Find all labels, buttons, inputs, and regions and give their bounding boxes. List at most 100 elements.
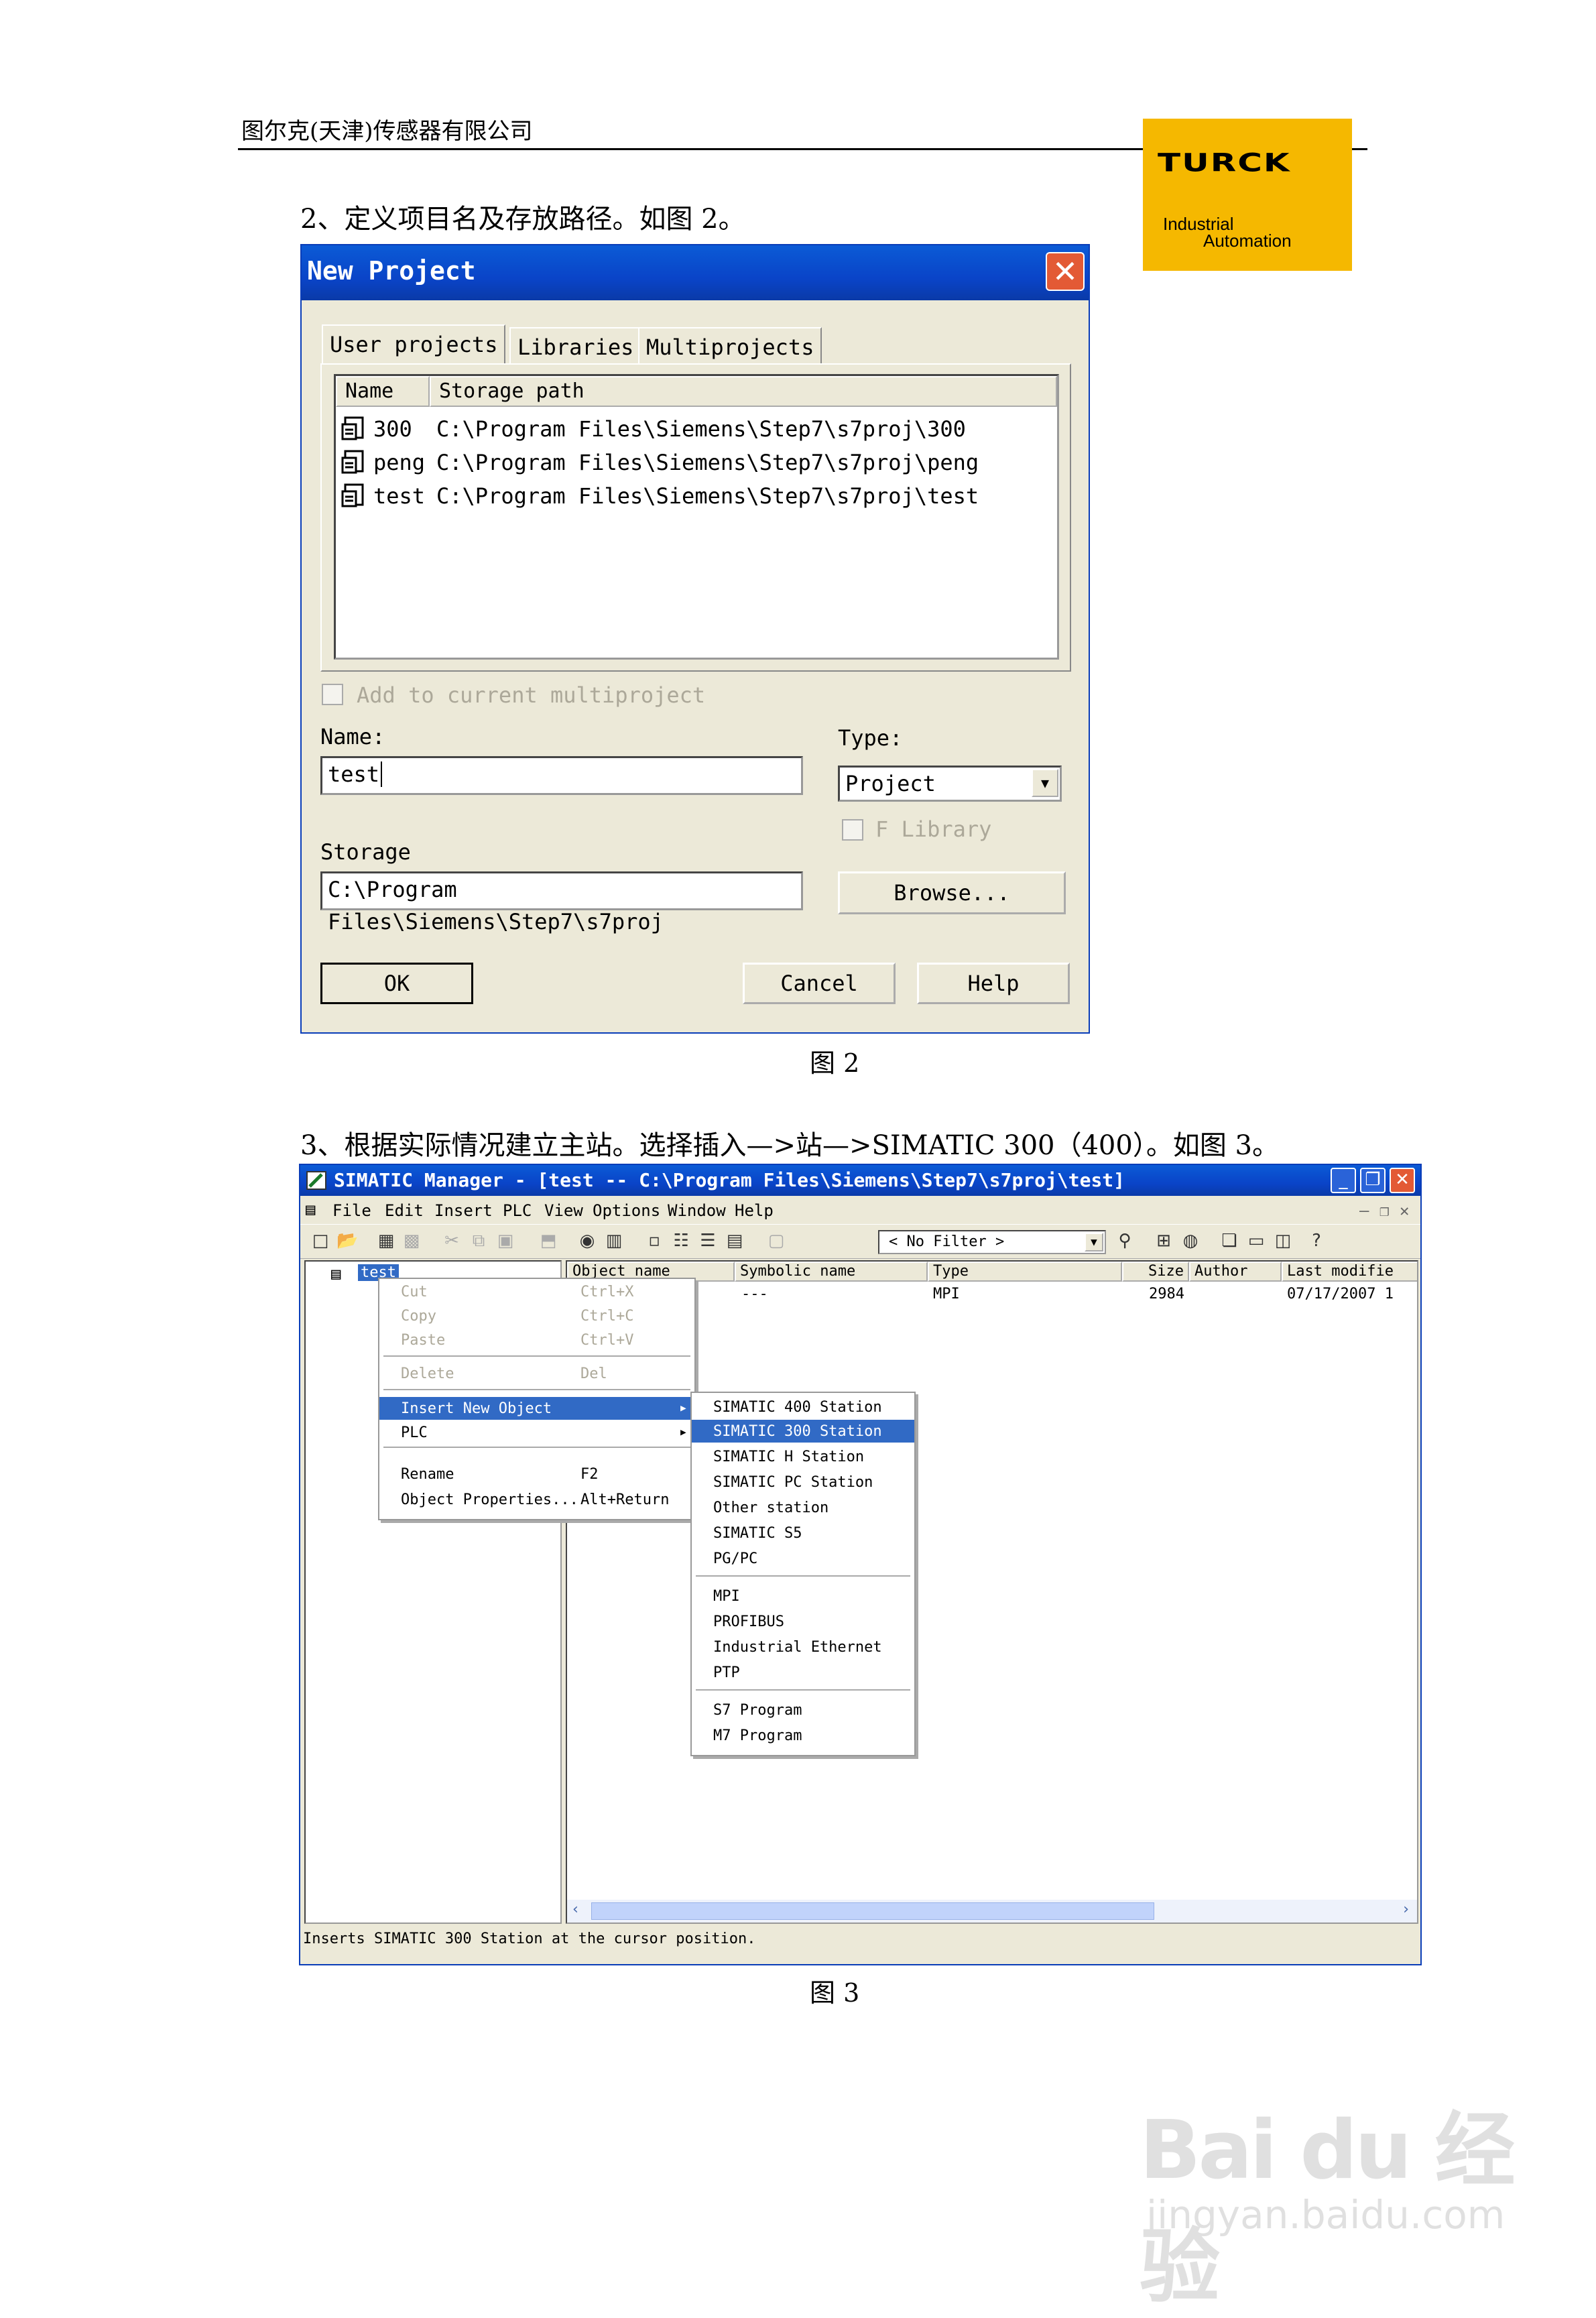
name-field[interactable]: test xyxy=(320,756,803,795)
cancel-button[interactable]: Cancel xyxy=(743,963,896,1004)
tab-user-projects[interactable]: User projects xyxy=(322,324,506,365)
menu-item-rename[interactable]: Rename F2 xyxy=(379,1463,694,1485)
simulation-icon[interactable]: ◍ xyxy=(1180,1230,1201,1252)
project-list[interactable]: Name Storage path 300 C:\Program Files\S… xyxy=(334,374,1059,660)
child-minimize-icon[interactable]: – xyxy=(1359,1201,1369,1220)
menu-item-delete[interactable]: Delete Del xyxy=(379,1362,694,1385)
submenu-simatic-300[interactable]: SIMATIC 300 Station xyxy=(692,1420,914,1443)
cascade-icon[interactable]: ❏ xyxy=(1219,1230,1240,1252)
menu-view[interactable]: View xyxy=(544,1201,583,1220)
tile-vertical-icon[interactable]: ◫ xyxy=(1272,1230,1294,1252)
list-icon[interactable]: ☰ xyxy=(697,1230,719,1252)
menu-item-object-properties[interactable]: Object Properties... Alt+Return xyxy=(379,1488,694,1511)
dialog-titlebar[interactable]: New Project ✕ xyxy=(302,245,1089,300)
column-author[interactable]: Author xyxy=(1189,1262,1282,1282)
tile-horizontal-icon[interactable]: ▭ xyxy=(1245,1230,1267,1252)
menu-insert[interactable]: Insert xyxy=(434,1201,493,1220)
menu-options[interactable]: Options xyxy=(593,1201,660,1220)
close-icon[interactable]: ✕ xyxy=(1046,252,1085,291)
type-select[interactable]: Project ▼ xyxy=(838,766,1062,802)
scroll-thumb[interactable] xyxy=(591,1902,1154,1920)
new-project-dialog: New Project ✕ User projects Libraries Mu… xyxy=(300,244,1090,1034)
small-icons-icon[interactable]: ☷ xyxy=(670,1230,692,1252)
tab-libraries[interactable]: Libraries xyxy=(509,327,642,365)
memory-card-icon[interactable]: ▩ xyxy=(401,1230,422,1252)
list-item[interactable]: peng C:\Program Files\Siemens\Step7\s7pr… xyxy=(341,446,1052,479)
project-path: C:\Program Files\Siemens\Step7\s7proj\te… xyxy=(436,483,979,509)
large-icons-icon[interactable]: ▫ xyxy=(643,1230,665,1252)
scroll-right-icon[interactable]: › xyxy=(1402,1901,1410,1918)
accessible-nodes-icon[interactable]: ▦ xyxy=(375,1230,397,1252)
filter-settings-icon[interactable]: ⚲ xyxy=(1114,1230,1135,1252)
menu-help[interactable]: Help xyxy=(735,1201,774,1220)
paste-icon[interactable]: ▣ xyxy=(495,1230,516,1252)
submenu-mpi[interactable]: MPI xyxy=(692,1585,914,1607)
child-close-icon[interactable]: ✕ xyxy=(1400,1201,1409,1220)
submenu-other-station[interactable]: Other station xyxy=(692,1496,914,1519)
submenu-s7-program[interactable]: S7 Program xyxy=(692,1699,914,1721)
download-icon[interactable]: ⬒ xyxy=(538,1230,559,1252)
copy-icon[interactable]: ⧉ xyxy=(468,1230,489,1252)
context-help-icon[interactable]: ? xyxy=(1306,1230,1327,1252)
open-icon[interactable]: 📂 xyxy=(336,1230,358,1252)
new-icon[interactable]: □ xyxy=(310,1230,331,1252)
column-symbolic-name[interactable]: Symbolic name xyxy=(735,1262,928,1282)
menu-plc[interactable]: PLC xyxy=(503,1201,532,1220)
browse-button[interactable]: Browse... xyxy=(838,871,1066,914)
submenu-ptp[interactable]: PTP xyxy=(692,1661,914,1684)
netpro-icon[interactable]: ⊞ xyxy=(1153,1230,1174,1252)
close-icon[interactable]: ✕ xyxy=(1390,1168,1415,1193)
storage-label: Storage xyxy=(320,839,411,865)
submenu-simatic-h[interactable]: SIMATIC H Station xyxy=(692,1445,914,1468)
f-library-checkbox[interactable] xyxy=(842,819,863,841)
help-button[interactable]: Help xyxy=(917,963,1070,1004)
list-item[interactable]: 300 C:\Program Files\Siemens\Step7\s7pro… xyxy=(341,412,1052,446)
list-item[interactable]: test C:\Program Files\Siemens\Step7\s7pr… xyxy=(341,479,1052,513)
column-type[interactable]: Type xyxy=(928,1262,1122,1282)
submenu-simatic-pc[interactable]: SIMATIC PC Station xyxy=(692,1471,914,1493)
chevron-down-icon[interactable]: ▼ xyxy=(1032,769,1058,797)
minimize-icon[interactable]: _ xyxy=(1331,1168,1356,1193)
menu-edit[interactable]: Edit xyxy=(385,1201,424,1220)
cut-icon[interactable]: ✂ xyxy=(441,1230,463,1252)
menu-item-copy[interactable]: Copy Ctrl+C xyxy=(379,1304,694,1327)
menu-item-plc[interactable]: PLC ▸ xyxy=(379,1421,694,1444)
window-titlebar[interactable]: SIMATIC Manager - [test -- C:\Program Fi… xyxy=(300,1165,1420,1196)
menu-separator xyxy=(696,1575,910,1577)
project-name: 300 xyxy=(373,416,412,442)
submenu-arrow-icon: ▸ xyxy=(678,1400,688,1416)
scroll-left-icon[interactable]: ‹ xyxy=(571,1901,580,1918)
filter-select[interactable]: < No Filter > ▼ xyxy=(878,1230,1106,1254)
submenu-simatic-s5[interactable]: SIMATIC S5 xyxy=(692,1522,914,1544)
restore-icon[interactable]: ❐ xyxy=(1360,1168,1386,1193)
submenu-m7-program[interactable]: M7 Program xyxy=(692,1724,914,1747)
up-level-icon[interactable]: ▢ xyxy=(765,1230,787,1252)
submenu-profibus[interactable]: PROFIBUS xyxy=(692,1610,914,1633)
menu-item-paste[interactable]: Paste Ctrl+V xyxy=(379,1329,694,1351)
chevron-down-icon[interactable]: ▼ xyxy=(1085,1233,1103,1252)
menu-item-cut[interactable]: Cut Ctrl+X xyxy=(379,1280,694,1303)
menu-file[interactable]: File xyxy=(332,1201,371,1220)
ok-button[interactable]: OK xyxy=(320,963,473,1004)
submenu-pg-pc[interactable]: PG/PC xyxy=(692,1547,914,1570)
submenu-simatic-400[interactable]: SIMATIC 400 Station xyxy=(692,1396,914,1418)
add-multiproject-checkbox[interactable] xyxy=(322,684,343,705)
name-value: test xyxy=(328,761,380,787)
column-size[interactable]: Size xyxy=(1122,1262,1189,1282)
menu-item-insert-new-object[interactable]: Insert New Object ▸ xyxy=(379,1397,694,1420)
storage-field[interactable]: C:\Program Files\Siemens\Step7\s7proj xyxy=(320,871,803,934)
simatic-manager-window: SIMATIC Manager - [test -- C:\Program Fi… xyxy=(299,1164,1422,1965)
horizontal-scrollbar[interactable]: ‹ › xyxy=(567,1900,1417,1923)
tab-multiprojects[interactable]: Multiprojects xyxy=(638,327,822,365)
project-path: C:\Program Files\Siemens\Step7\s7proj\pe… xyxy=(436,450,979,475)
offline-icon[interactable]: ▥ xyxy=(603,1230,625,1252)
column-last-modified[interactable]: Last modifie xyxy=(1282,1262,1417,1282)
column-name[interactable]: Name xyxy=(336,376,430,407)
online-icon[interactable]: ◉ xyxy=(576,1230,598,1252)
details-icon[interactable]: ▤ xyxy=(724,1230,745,1252)
child-restore-icon[interactable]: ❐ xyxy=(1379,1201,1389,1220)
column-storage-path[interactable]: Storage path xyxy=(430,376,1057,407)
submenu-industrial-ethernet[interactable]: Industrial Ethernet xyxy=(692,1636,914,1658)
menu-window[interactable]: Window xyxy=(668,1201,726,1220)
add-multiproject-label: Add to current multiproject xyxy=(357,682,706,708)
